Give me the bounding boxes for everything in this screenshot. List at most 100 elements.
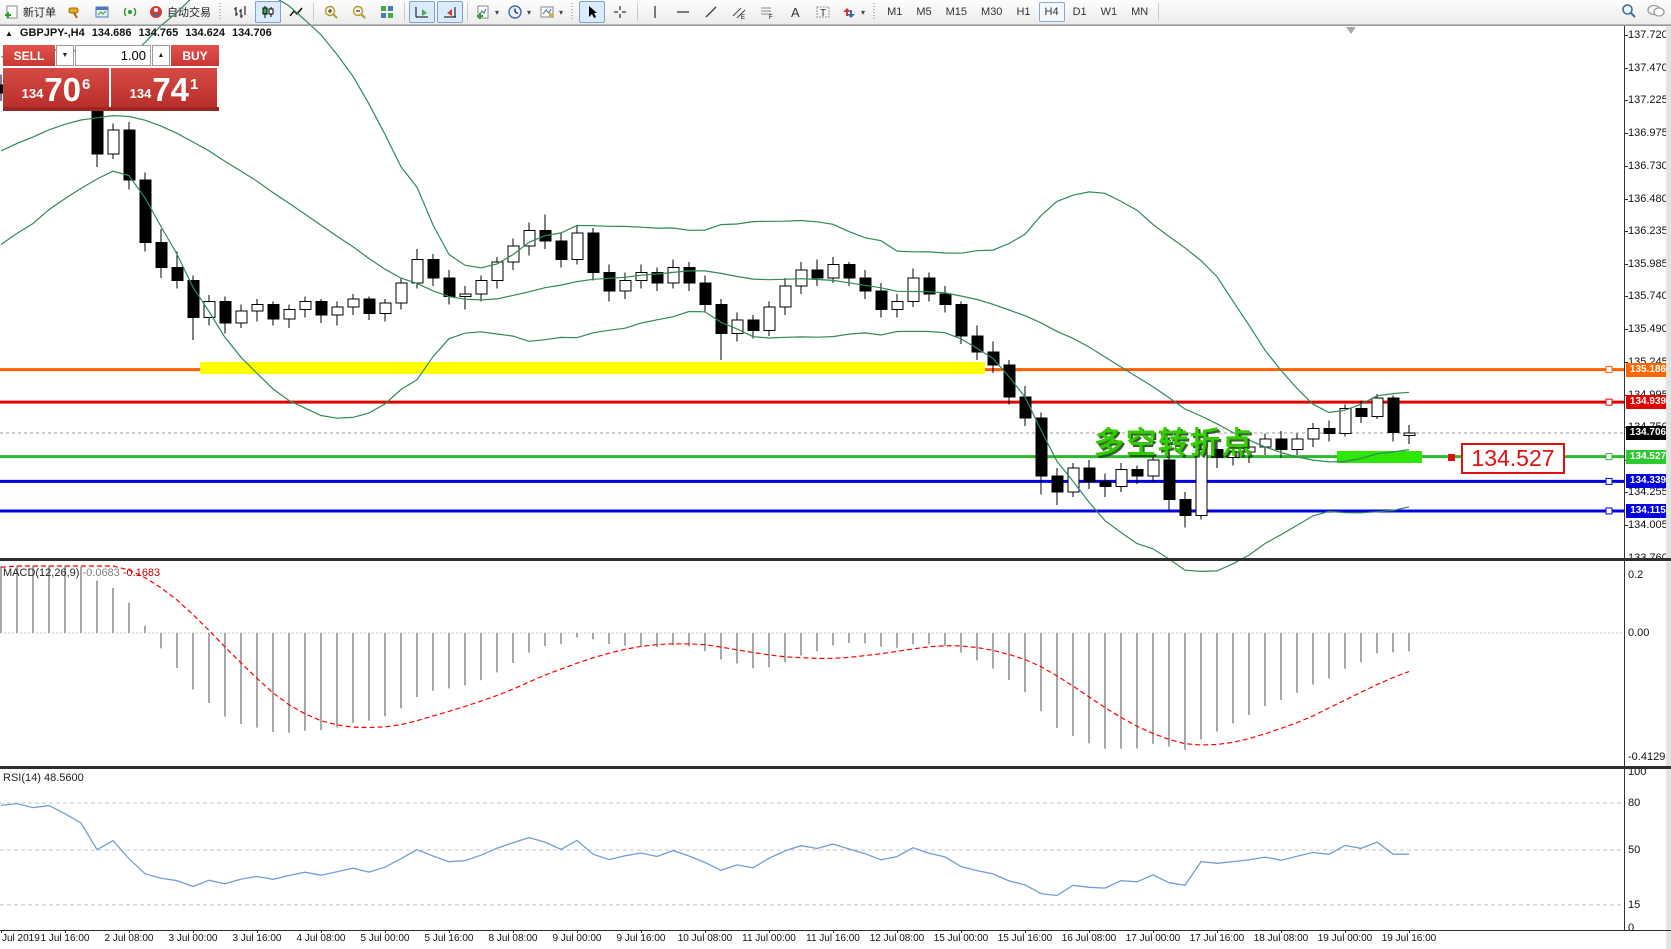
- candle-body: [1003, 364, 1016, 398]
- hline-marker[interactable]: [1605, 507, 1613, 515]
- hline-marker[interactable]: [1605, 366, 1613, 374]
- date-label: 9 Jul 16:00: [616, 933, 666, 944]
- date-label: 5 Jul 16:00: [424, 933, 474, 944]
- mt4-window: 新订单 自动交易 ▾ ▾ ▾ E F A T ▾ M1 M5 M15 M30 H1 H4 D1 W1 MN 137.…: [0, 0, 1671, 949]
- date-label: 3 Jul 16:00: [232, 933, 282, 944]
- panel-splitter-main-macd[interactable]: [0, 558, 1671, 561]
- price-tick-label: 137.225: [1628, 94, 1668, 107]
- candle-body: [251, 303, 264, 312]
- rsi-scale-label: 0: [1628, 922, 1635, 935]
- chart-shift-marker[interactable]: [1346, 27, 1356, 34]
- ohlc-low: 134.624: [185, 27, 226, 39]
- price-callout-box[interactable]: 134.527: [1461, 443, 1565, 474]
- candle-body: [779, 285, 792, 308]
- date-label: 2 Jul 08:00: [104, 933, 154, 944]
- candle-body: [123, 129, 136, 181]
- candle-body: [1179, 499, 1192, 517]
- candle-body: [299, 301, 312, 311]
- date-label: 4 Jul 08:00: [296, 933, 346, 944]
- candle-body: [187, 280, 200, 319]
- volume-decrease-button[interactable]: ▼: [56, 45, 74, 66]
- macd-scale-label: 0.00: [1628, 627, 1650, 639]
- date-label: 8 Jul 08:00: [488, 933, 538, 944]
- price-tick-label: 134.005: [1628, 519, 1668, 532]
- candle-body: [203, 301, 216, 319]
- candle-body: [763, 306, 776, 332]
- candle-body: [347, 298, 360, 308]
- price-badge-134.339: 134.339: [1626, 474, 1670, 489]
- candle-body: [379, 302, 392, 315]
- ohlc-close: 134.706: [232, 27, 272, 39]
- date-label: 15 Jul 16:00: [997, 933, 1053, 944]
- callout-anchor[interactable]: [1448, 454, 1455, 461]
- rsi-scale-label: 80: [1628, 796, 1641, 809]
- buy-button[interactable]: BUY: [171, 45, 219, 66]
- hline-marker[interactable]: [1605, 398, 1613, 406]
- candle-body: [235, 310, 248, 324]
- candle-body: [283, 309, 296, 320]
- date-label: 1 Jul 16:00: [40, 933, 90, 944]
- volume-increase-button[interactable]: ▲: [152, 45, 170, 66]
- panel-splitter-macd-rsi[interactable]: [0, 766, 1671, 769]
- candle-body: [939, 293, 952, 305]
- candle-body: [635, 272, 648, 282]
- candle-body: [955, 303, 968, 337]
- buy-price-main: 74: [152, 71, 190, 108]
- macd-scale-label: -0.4129: [1628, 751, 1666, 763]
- sell-button[interactable]: SELL: [3, 45, 55, 66]
- chart-canvas[interactable]: [0, 0, 1671, 949]
- candle-body: [827, 264, 840, 279]
- ohlc-high: 134.765: [138, 27, 179, 39]
- candle-body: [587, 232, 600, 274]
- candle-body: [91, 103, 104, 155]
- sell-price[interactable]: 134 70 6: [3, 68, 109, 107]
- candle-body: [1163, 459, 1176, 501]
- date-label: 19 Jul 00:00: [1317, 933, 1373, 944]
- date-label: 12 Jul 08:00: [869, 933, 925, 944]
- price-badge-134.706: 134.706: [1626, 425, 1670, 440]
- price-axis-border: [1624, 25, 1625, 931]
- candle-body: [523, 229, 536, 247]
- candle-body: [331, 306, 344, 316]
- price-tick-label: 135.490: [1628, 323, 1668, 336]
- candle-body: [315, 301, 328, 316]
- date-label: 5 Jul 00:00: [360, 933, 410, 944]
- symbol-title: GBPJPY-,H4: [19, 27, 85, 39]
- candle-body: [1051, 475, 1064, 493]
- candle-body: [1035, 417, 1048, 477]
- macd-signal-line: [0, 565, 1410, 746]
- hline-marker[interactable]: [1605, 477, 1613, 485]
- candle-body: [1131, 468, 1144, 477]
- price-badge-134.527: 134.527: [1626, 449, 1670, 464]
- candle-body: [171, 266, 184, 282]
- candle-body: [1387, 397, 1400, 433]
- candle-body: [459, 293, 472, 297]
- date-label: 16 Jul 08:00: [1061, 933, 1117, 944]
- candle-body: [411, 258, 424, 284]
- buy-price[interactable]: 134 74 1: [111, 68, 217, 107]
- candle-body: [667, 266, 680, 284]
- hline-marker[interactable]: [1605, 453, 1613, 461]
- price-tick-label: 136.730: [1628, 159, 1668, 172]
- date-label: 19 Jul 16:00: [1381, 933, 1437, 944]
- volume-input[interactable]: 1.00: [75, 45, 151, 66]
- one-click-trading-panel: SELL ▼ 1.00 ▲ BUY 134 70 6 134 74 1: [3, 45, 219, 111]
- macd-scale-label: 0.2: [1628, 569, 1644, 581]
- collapse-triangle-icon[interactable]: ▲: [5, 29, 13, 38]
- window-edge: [1666, 25, 1671, 949]
- candle-body: [107, 129, 120, 155]
- candle-body: [683, 266, 696, 284]
- date-label: 15 Jul 00:00: [933, 933, 989, 944]
- rsi-scale-label: 15: [1628, 898, 1641, 911]
- macd-label: MACD(12,26,9) -0.0683 -0.1683: [3, 567, 161, 579]
- yellow-highlight-band[interactable]: [200, 362, 985, 374]
- annotation-text[interactable]: 多空转折点: [1094, 418, 1254, 462]
- candle-body: [1323, 427, 1336, 435]
- candle-body: [907, 277, 920, 303]
- candle-body: [1147, 459, 1160, 477]
- candle-body: [603, 272, 616, 292]
- buy-price-pip: 1: [190, 76, 199, 93]
- candle-body: [1099, 480, 1112, 488]
- ohlc-open: 134.686: [91, 27, 132, 39]
- candle-body: [555, 240, 568, 260]
